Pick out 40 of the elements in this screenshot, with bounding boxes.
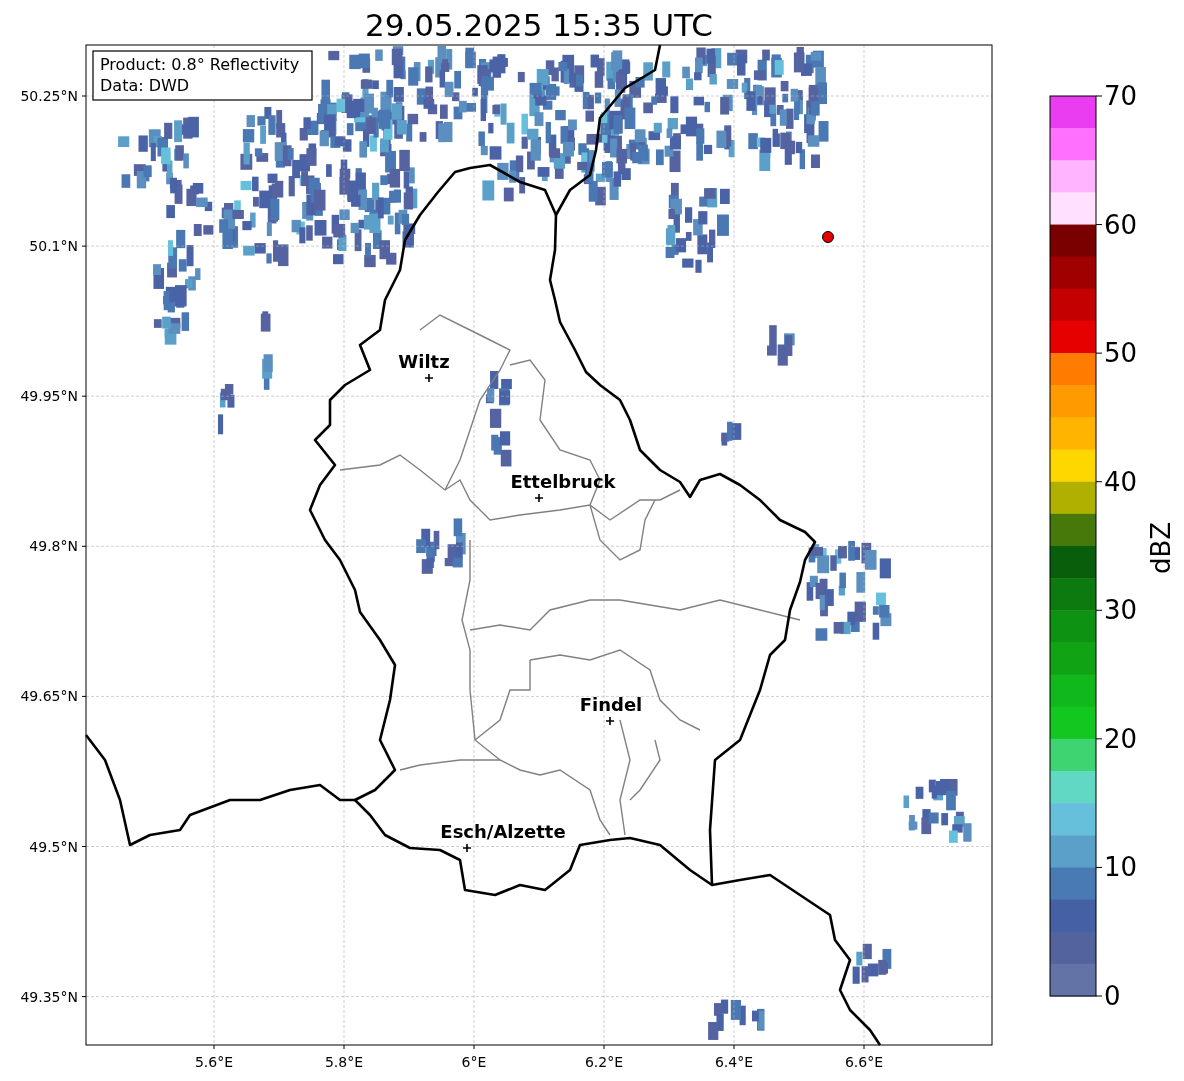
radar-echo-drawing — [721, 421, 742, 446]
city-label: Ettelbruck — [510, 471, 616, 492]
colorbar-tick-label: 10 — [1104, 852, 1138, 883]
city-label: Wiltz — [398, 351, 450, 372]
latitude-label: 49.35°N — [20, 988, 78, 1005]
colorbar-tick-label: 20 — [1104, 723, 1138, 754]
latitude-label: 50.25°N — [20, 88, 78, 104]
colorbar-tick-label: 70 — [1104, 81, 1138, 111]
latitude-label: 49.95°N — [20, 388, 78, 405]
city-marker-icon — [605, 716, 615, 726]
colorbar-tick-label: 60 — [1104, 209, 1138, 240]
city-label: Findel — [579, 694, 643, 715]
radar-echo-drawing — [218, 384, 235, 435]
longitude-label: 5.6°E — [194, 1054, 234, 1070]
longitude-label: 6.2°E — [584, 1054, 624, 1070]
colorbar-tick-label: 0 — [1104, 981, 1121, 1011]
latitude-label: 50.1°N — [29, 238, 78, 255]
colorbar-tick-label: 30 — [1104, 595, 1138, 626]
city-label: Esch/Alzette — [440, 821, 566, 842]
radar-echo-drawing — [767, 325, 795, 366]
city-marker-icon — [534, 493, 544, 503]
longitude-label: 6.6°E — [844, 1054, 884, 1070]
radar-echo-drawing — [708, 999, 765, 1040]
longitude-label: 6°E — [461, 1054, 487, 1070]
chart-title: 29.05.2025 15:35 UTC — [365, 7, 713, 43]
city-marker-icon — [424, 373, 434, 383]
latitude-label: 49.5°N — [29, 838, 78, 855]
colorbar-tick-label: 40 — [1104, 466, 1138, 497]
radar-site-icon — [822, 231, 834, 243]
latitude-label: 49.65°N — [20, 688, 78, 705]
longitude-label: 6.4°E — [714, 1054, 754, 1070]
info-text: Data: DWD — [100, 76, 190, 95]
city-marker-icon — [462, 843, 472, 853]
latitude-label: 49.8°N — [29, 538, 78, 555]
colorbar-label: dBZ — [1146, 521, 1176, 575]
longitude-label: 5.8°E — [324, 1054, 364, 1070]
radar-echo-drawing — [852, 943, 892, 984]
colorbar-tick-label: 50 — [1104, 338, 1138, 369]
radar-echo-drawing — [416, 518, 466, 574]
info-text: Product: 0.8° Reflectivity — [100, 55, 300, 74]
